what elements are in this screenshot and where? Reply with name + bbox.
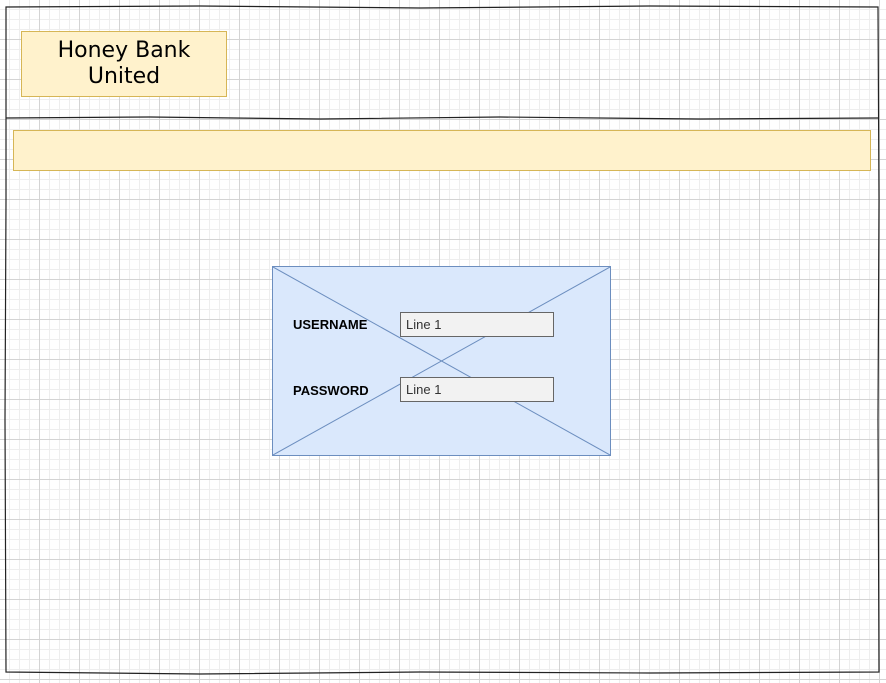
- password-label: PASSWORD: [293, 383, 369, 398]
- username-field[interactable]: [400, 312, 554, 337]
- password-field[interactable]: [400, 377, 554, 402]
- image-placeholder-cross: [273, 267, 610, 455]
- login-panel: USERNAME PASSWORD: [272, 266, 611, 456]
- username-label: USERNAME: [293, 317, 368, 332]
- logo-box: Honey Bank United: [21, 31, 227, 97]
- banner-bar: [13, 130, 871, 171]
- header-divider: [5, 116, 879, 120]
- logo-line-1: Honey Bank: [57, 38, 191, 63]
- logo-line-2: United: [87, 64, 161, 89]
- logo-text: Honey Bank United: [34, 38, 214, 90]
- diagram-canvas: Honey Bank United USERNAME PASSWORD: [0, 0, 886, 683]
